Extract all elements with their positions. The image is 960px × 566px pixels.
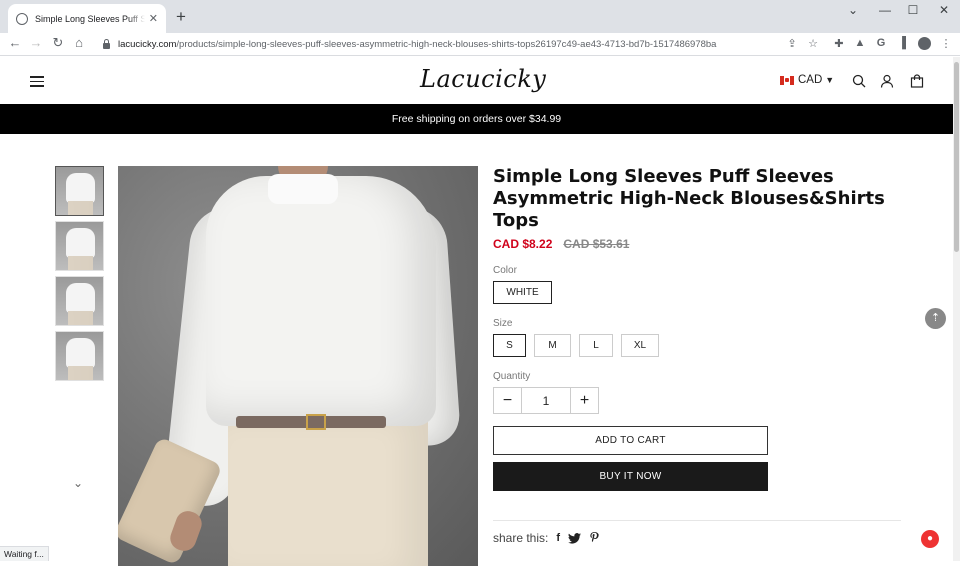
account-icon[interactable] (880, 74, 894, 88)
price-row: CAD $8.22 CAD $53.61 (493, 237, 903, 251)
back-to-top-icon[interactable]: ⇡ (925, 308, 946, 329)
minimize-icon[interactable]: — (871, 3, 899, 17)
size-option-s[interactable]: S (493, 334, 526, 357)
search-icon[interactable] (852, 74, 866, 88)
size-label: Size (493, 318, 513, 329)
url-text: lacucicky.com/products/simple-long-sleev… (118, 39, 716, 50)
free-shipping-banner: Free shipping on orders over $34.99 (0, 104, 953, 134)
product-info: Simple Long Sleeves Puff Sleeves Asymmet… (493, 166, 903, 491)
main-product-image[interactable] (118, 166, 478, 566)
share-row: share this: f (493, 531, 600, 545)
browser-tab[interactable]: Simple Long Sleeves Puff Sleeves ✕ (8, 4, 166, 33)
currency-code: CAD (798, 74, 823, 86)
url-host: lacucicky.com (118, 38, 177, 50)
sale-price: CAD $8.22 (493, 237, 553, 251)
color-label: Color (493, 265, 517, 276)
divider (493, 520, 901, 521)
scrollbar-thumb[interactable] (954, 62, 959, 252)
thumbnail-1[interactable] (55, 166, 104, 216)
menu-kebab-icon[interactable]: ⋮ (939, 37, 953, 50)
browser-tabstrip: Simple Long Sleeves Puff Sleeves ✕ + ⌄ —… (0, 0, 960, 33)
home-icon[interactable]: ⌂ (70, 35, 88, 50)
maximize-icon[interactable]: ☐ (899, 3, 927, 17)
thumbnail-2[interactable] (55, 221, 104, 271)
size-option-l[interactable]: L (579, 334, 613, 357)
globe-icon (16, 12, 28, 25)
url-path: /products/simple-long-sleeves-puff-sleev… (176, 38, 717, 50)
canada-flag-icon (780, 75, 794, 85)
lock-icon (103, 39, 110, 49)
share-page-icon[interactable]: ⇪ (785, 37, 799, 50)
cart-bag-icon[interactable] (910, 74, 924, 88)
profile-avatar-icon[interactable] (918, 37, 931, 50)
extension-flask-icon[interactable]: ▲ (853, 37, 867, 49)
product-title: Simple Long Sleeves Puff Sleeves Asymmet… (493, 166, 885, 231)
side-panel-icon[interactable]: ▐ (895, 37, 909, 49)
chat-widget-icon[interactable]: ● (921, 530, 939, 548)
add-to-cart-button[interactable]: ADD TO CART (493, 426, 768, 455)
share-label: share this: (493, 531, 549, 545)
twitter-icon[interactable] (568, 532, 582, 544)
browser-status-bar: Waiting f... (0, 546, 49, 561)
tab-search-icon[interactable]: ⌄ (839, 3, 867, 17)
site-header: Lacucicky CAD ▼ (0, 57, 953, 104)
tab-close-icon[interactable]: ✕ (149, 12, 158, 25)
thumbnail-4[interactable] (55, 331, 104, 381)
new-tab-button[interactable]: + (172, 7, 190, 27)
thumbnail-3[interactable] (55, 276, 104, 326)
reload-icon[interactable]: ↻ (49, 35, 67, 51)
close-window-icon[interactable]: ✕ (930, 3, 958, 17)
tab-title: Simple Long Sleeves Puff Sleeves (35, 13, 145, 24)
currency-selector[interactable]: CAD ▼ (780, 74, 834, 86)
color-options: WHITE (493, 281, 903, 304)
original-price: CAD $53.61 (563, 237, 630, 251)
color-option-white[interactable]: WHITE (493, 281, 552, 304)
increment-icon[interactable]: + (571, 388, 598, 413)
thumbnail-list (55, 166, 105, 386)
chevron-down-icon: ▼ (825, 75, 835, 85)
pinterest-icon[interactable] (589, 532, 600, 544)
address-bar[interactable]: lacucicky.com/products/simple-long-sleev… (93, 34, 829, 54)
quantity-input[interactable]: 1 (521, 388, 571, 413)
extensions-puzzle-icon[interactable]: ✚ (832, 37, 846, 50)
browser-toolbar: ← → ↻ ⌂ lacucicky.com/products/simple-lo… (0, 33, 960, 56)
size-option-xl[interactable]: XL (621, 334, 659, 357)
size-option-m[interactable]: M (534, 334, 571, 357)
facebook-icon[interactable]: f (556, 532, 560, 544)
back-icon[interactable]: ← (6, 35, 24, 50)
site-logo[interactable]: Lacucicky (420, 65, 546, 93)
menu-hamburger-icon[interactable] (30, 76, 44, 87)
extension-g-icon[interactable]: G (874, 37, 888, 49)
bookmark-star-icon[interactable]: ☆ (806, 37, 820, 50)
thumbnail-scroll-down-icon[interactable]: ⌄ (73, 476, 83, 490)
decrement-icon[interactable]: − (494, 388, 521, 413)
forward-icon[interactable]: → (27, 35, 45, 50)
quantity-label: Quantity (493, 371, 531, 382)
size-options: S M L XL (493, 334, 903, 357)
quantity-stepper: − 1 + (493, 387, 599, 414)
buy-now-button[interactable]: BUY IT NOW (493, 462, 768, 491)
